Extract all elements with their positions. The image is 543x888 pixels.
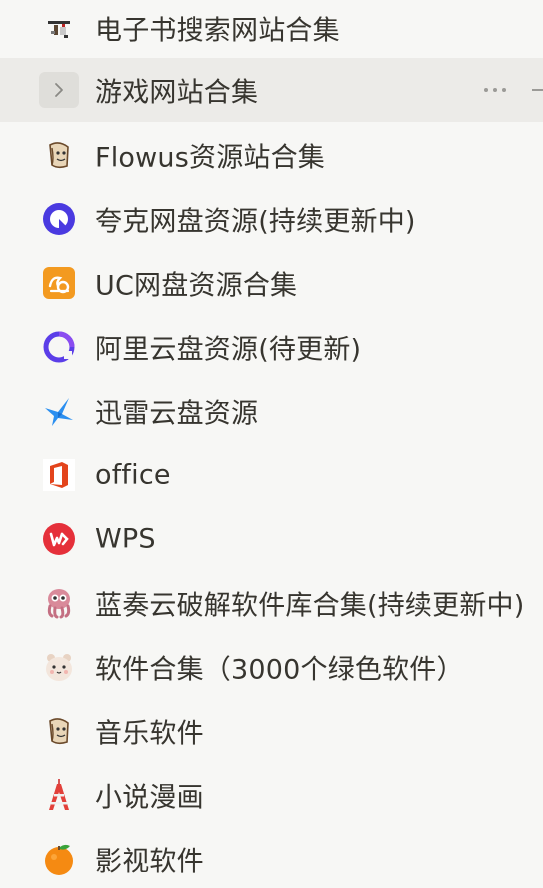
list-item-video-software[interactable]: 影视软件 [0, 827, 543, 888]
list-item-flowus-sites[interactable]: Flowus资源站合集 [0, 123, 543, 187]
list-item-label: 小说漫画 [95, 782, 204, 814]
list-item-label: 影视软件 [95, 846, 204, 878]
list-item-game-sites[interactable]: 游戏网站合集 [0, 58, 543, 122]
cartoon-face-icon [40, 136, 78, 174]
more-options-icon[interactable] [484, 88, 506, 92]
list-item-software-collection[interactable]: 软件合集（3000个绿色软件） [0, 635, 543, 699]
tangerine-icon [40, 840, 78, 878]
list-item-office[interactable]: office [0, 443, 543, 507]
list-item-uc-drive[interactable]: UC网盘资源合集 [0, 251, 543, 315]
list-item-label: office [95, 459, 171, 491]
list-item-label: 蓝奏云破解软件库合集(持续更新中) [95, 590, 525, 622]
list-item-novels-comics[interactable]: 小说漫画 [0, 763, 543, 827]
list-item-music-software[interactable]: 音乐软件 [0, 699, 543, 763]
office-icon [40, 456, 78, 494]
list-item-wps[interactable]: WPS [0, 507, 543, 571]
expand-toggle[interactable] [39, 72, 79, 108]
list-item-label: 电子书搜索网站合集 [95, 15, 340, 47]
list-item-label: 软件合集（3000个绿色软件） [95, 654, 464, 686]
uc-browser-icon [40, 264, 78, 302]
cartoon-face-icon [40, 712, 78, 750]
list-item-xunlei-drive[interactable]: 迅雷云盘资源 [0, 379, 543, 443]
hamster-icon [40, 648, 78, 686]
octopus-icon [40, 584, 78, 622]
tokyo-tower-icon [40, 776, 78, 814]
page-list: 电子书搜索网站合集 游戏网站合集 Flowus资源站合集 夸克网盘资源(持续更新… [0, 0, 543, 888]
list-item-label: Flowus资源站合集 [95, 142, 326, 174]
quark-icon [40, 200, 78, 238]
wps-icon [40, 520, 78, 558]
chevron-right-icon [55, 83, 63, 97]
list-item-ebook-sites[interactable]: 电子书搜索网站合集 [0, 0, 543, 60]
list-item-label: WPS [95, 523, 156, 555]
list-item-label: 游戏网站合集 [95, 77, 259, 109]
list-item-label: 音乐软件 [95, 718, 204, 750]
list-item-label: UC网盘资源合集 [95, 270, 298, 302]
list-item-lanzou-software[interactable]: 蓝奏云破解软件库合集(持续更新中) [0, 571, 543, 635]
pixel-art-icon [40, 9, 78, 47]
aliyun-drive-icon [40, 328, 78, 366]
xunlei-bird-icon [40, 392, 78, 430]
add-icon[interactable] [532, 89, 543, 91]
list-item-label: 阿里云盘资源(待更新) [95, 334, 362, 366]
list-item-label: 夸克网盘资源(持续更新中) [95, 206, 416, 238]
list-item-quark-drive[interactable]: 夸克网盘资源(持续更新中) [0, 187, 543, 251]
list-item-label: 迅雷云盘资源 [95, 398, 259, 430]
list-item-aliyun-drive[interactable]: 阿里云盘资源(待更新) [0, 315, 543, 379]
